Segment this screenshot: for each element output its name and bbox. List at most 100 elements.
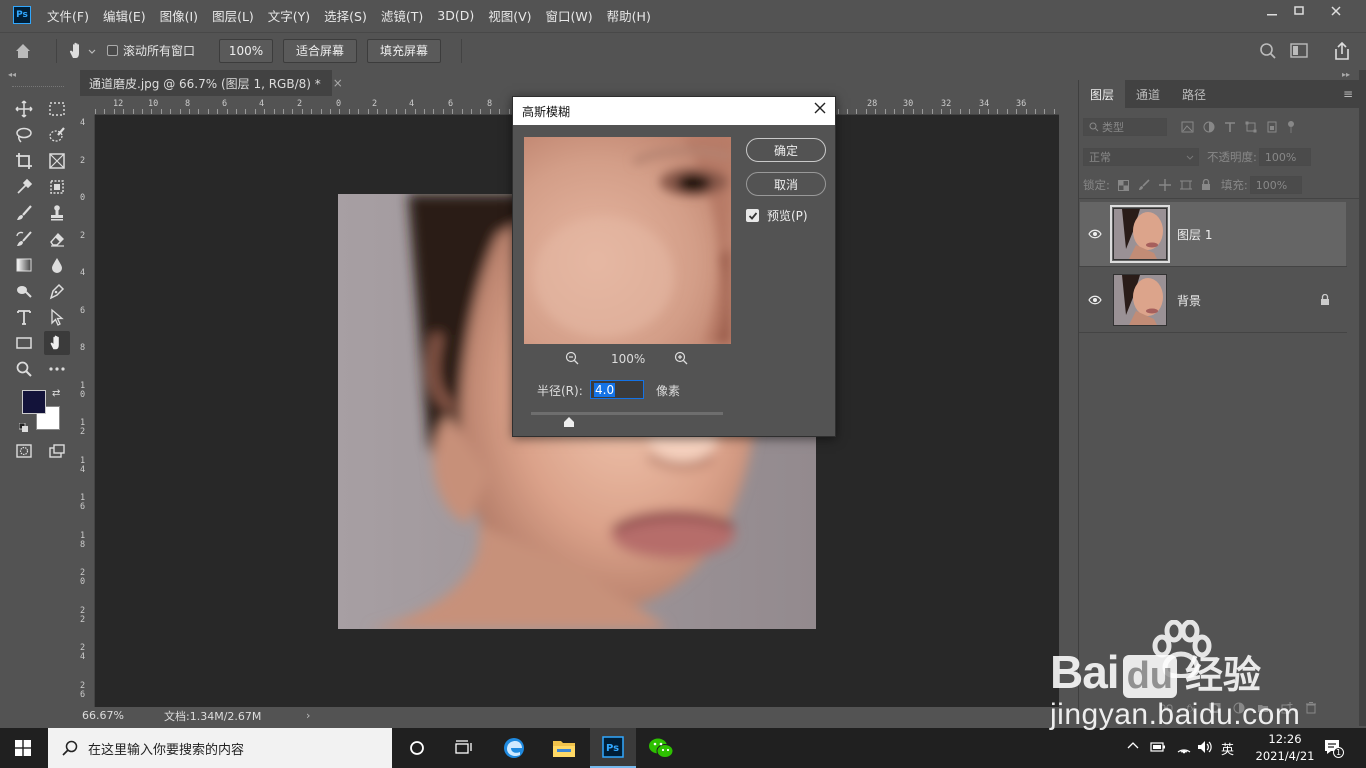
smart-object-filter-icon[interactable] [1266,121,1278,133]
lock-pixels-brush-icon[interactable] [1138,179,1150,191]
pixel-layer-filter-icon[interactable] [1181,121,1194,133]
menu-image[interactable]: 图像(I) [160,6,198,25]
rectangle-tool[interactable] [11,331,37,355]
zoom-out-button[interactable] [565,351,579,368]
menu-window[interactable]: 窗口(W) [546,6,593,25]
close-document-icon[interactable]: × [333,76,343,90]
file-explorer-taskbar-icon[interactable] [541,728,587,768]
search-button[interactable] [1259,42,1277,63]
new-group-icon[interactable] [1257,702,1269,714]
edit-toolbar-button[interactable] [44,357,70,381]
lock-transparency-icon[interactable] [1117,179,1129,191]
close-icon[interactable] [813,101,827,115]
ok-button[interactable]: 确定 [746,138,826,162]
fill-screen-button[interactable]: 填充屏幕 [367,38,442,63]
ime-indicator[interactable]: 英 [1221,739,1234,758]
menu-filter[interactable]: 滤镜(T) [381,6,423,25]
layer-filter-select[interactable]: 类型 [1083,118,1167,136]
document-tab[interactable]: 通道磨皮.jpg @ 66.7% (图层 1, RGB/8) * × [80,70,343,96]
workspace-button[interactable] [1290,42,1312,63]
restore-button[interactable] [1282,0,1316,22]
share-button[interactable] [1333,41,1351,64]
task-view-button[interactable] [440,728,486,768]
tool-preset-picker[interactable] [67,41,97,61]
lasso-tool[interactable] [11,123,37,147]
blend-mode-select[interactable]: 正常 [1083,148,1199,166]
gradient-tool[interactable] [11,253,37,277]
swap-colors-icon[interactable]: ⇄ [52,388,60,399]
crop-tool[interactable] [11,149,37,173]
edge-taskbar-icon[interactable] [491,728,537,768]
zoom-tool[interactable] [11,357,37,381]
scroll-all-windows-checkbox[interactable]: 滚动所有窗口 [107,42,195,59]
panel-menu-icon[interactable]: ≡ [1343,87,1353,101]
status-menu-arrow-icon[interactable]: › [306,709,310,722]
clone-stamp-tool[interactable] [44,201,70,225]
visibility-toggle[interactable] [1080,295,1110,305]
collapse-panels-icon[interactable]: ▸▸ [1342,70,1350,79]
wechat-taskbar-icon[interactable] [638,728,684,768]
taskbar-search[interactable]: 在这里输入你要搜索的内容 [48,728,392,768]
tab-layers[interactable]: 图层 [1079,80,1126,108]
start-button[interactable] [0,728,46,768]
marquee-tool[interactable] [44,97,70,121]
menu-edit[interactable]: 编辑(E) [103,6,146,25]
foreground-color-swatch[interactable] [22,390,46,414]
collapse-toolbar-icon[interactable]: ◂◂ [8,70,16,79]
lock-position-icon[interactable] [1158,179,1171,191]
delete-layer-icon[interactable] [1305,702,1317,714]
dodge-tool[interactable] [11,279,37,303]
screen-mode-button[interactable] [44,439,70,463]
clock[interactable]: 12:26 2021/4/21 [1252,731,1318,765]
lock-artboard-icon[interactable] [1179,179,1192,191]
tab-paths[interactable]: 路径 [1171,80,1217,108]
adjustment-filter-icon[interactable] [1203,121,1215,133]
photoshop-taskbar-icon[interactable]: Ps [590,728,636,768]
tab-channels[interactable]: 通道 [1125,80,1171,108]
move-tool[interactable] [11,97,37,121]
battery-button[interactable] [1150,740,1166,757]
adjustment-layer-icon[interactable] [1233,702,1245,714]
history-brush-tool[interactable] [11,227,37,251]
fit-screen-button[interactable]: 适合屏幕 [283,38,358,63]
quick-mask-button[interactable] [11,439,37,463]
radius-input[interactable]: 4.0 [590,380,644,399]
add-mask-icon[interactable] [1209,702,1221,714]
lock-all-icon[interactable] [1201,179,1211,191]
show-hidden-icons-button[interactable] [1127,740,1139,755]
radius-slider-track[interactable] [531,412,723,415]
zoom-in-button[interactable] [674,351,688,368]
blur-tool[interactable] [44,253,70,277]
eraser-tool[interactable] [44,227,70,251]
menu-view[interactable]: 视图(V) [488,6,531,25]
home-button[interactable] [0,42,46,60]
menu-select[interactable]: 选择(S) [324,6,367,25]
layer-name[interactable]: 背景 [1177,292,1201,309]
checkbox-box[interactable] [107,45,118,56]
eyedropper-tool[interactable] [11,175,37,199]
opacity-field[interactable]: 100% [1258,148,1311,166]
layer-name[interactable]: 图层 1 [1177,226,1212,243]
menu-type[interactable]: 文字(Y) [268,6,310,25]
frame-tool[interactable] [44,149,70,173]
type-filter-icon[interactable] [1224,121,1236,133]
zoom-100-button[interactable]: 100% [219,38,274,63]
notification-center-button[interactable]: 1 [1323,738,1345,761]
network-button[interactable] [1176,739,1192,758]
radius-slider-thumb[interactable] [563,417,575,428]
brush-tool[interactable] [11,201,37,225]
type-tool[interactable] [11,305,37,329]
layer-row-layer1[interactable]: 图层 1 [1080,202,1346,266]
layer-row-background[interactable]: 背景 [1080,268,1346,332]
filter-preview[interactable] [524,137,731,344]
path-selection-tool[interactable] [44,305,70,329]
menu-3d[interactable]: 3D(D) [437,8,474,23]
preview-checkbox[interactable]: 预览(P) [746,207,808,224]
fill-field[interactable]: 100% [1249,176,1302,194]
visibility-toggle[interactable] [1080,229,1110,239]
zoom-readout[interactable]: 66.67% [82,709,142,722]
checkbox-checked[interactable] [746,209,759,222]
layer-style-icon[interactable]: fx [1185,702,1197,714]
menu-file[interactable]: 文件(F) [47,6,89,25]
menu-help[interactable]: 帮助(H) [607,6,651,25]
